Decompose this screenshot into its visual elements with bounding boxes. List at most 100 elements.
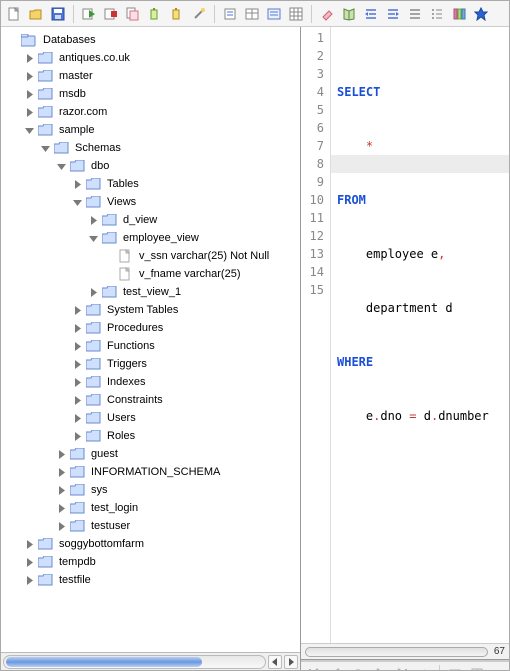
expand-icon[interactable] — [23, 106, 35, 118]
dbo-indexes[interactable]: Indexes — [71, 373, 300, 391]
db-tempdb[interactable]: tempdb — [23, 553, 300, 571]
expand-icon[interactable] — [71, 430, 83, 442]
next-icon[interactable] — [371, 665, 389, 671]
scroll-left-icon[interactable] — [268, 655, 282, 669]
view-d-view[interactable]: d_view — [87, 211, 300, 229]
columns-icon[interactable] — [450, 5, 468, 23]
code-area[interactable]: 123456789101112131415 SELECT * FROM empl… — [301, 27, 509, 643]
scrollbar-track[interactable] — [3, 655, 266, 669]
expand-icon[interactable] — [23, 556, 35, 568]
align-icon[interactable] — [406, 5, 424, 23]
goto-icon[interactable] — [415, 665, 433, 671]
copy-result-icon[interactable] — [124, 5, 142, 23]
schema-guest[interactable]: guest — [55, 445, 300, 463]
db-master[interactable]: master — [23, 67, 300, 85]
indent-right-icon[interactable] — [384, 5, 402, 23]
expand-icon[interactable] — [55, 502, 67, 514]
expand-icon[interactable] — [23, 574, 35, 586]
db-msdb[interactable]: msdb — [23, 85, 300, 103]
expand-icon[interactable] — [87, 214, 99, 226]
expand-icon[interactable] — [71, 412, 83, 424]
tree-root-databases[interactable]: Databases — [7, 31, 300, 49]
tree-label: Databases — [41, 33, 98, 47]
db-antiques[interactable]: antiques.co.uk — [23, 49, 300, 67]
schema-testuser[interactable]: testuser — [55, 517, 300, 535]
collapse-icon[interactable] — [87, 232, 99, 244]
expand-icon[interactable] — [71, 178, 83, 190]
expand-icon[interactable] — [71, 322, 83, 334]
scrollbar-thumb[interactable] — [6, 657, 202, 667]
star-icon[interactable] — [472, 5, 490, 23]
folder-icon — [37, 69, 53, 83]
form-icon[interactable] — [265, 5, 283, 23]
view-employee-view[interactable]: employee_view — [87, 229, 300, 247]
stop-icon[interactable] — [102, 5, 120, 23]
expand-icon[interactable] — [71, 340, 83, 352]
expand-icon[interactable] — [55, 466, 67, 478]
battery2-icon[interactable] — [168, 5, 186, 23]
code-source[interactable]: SELECT * FROM employee e, department d W… — [331, 27, 509, 643]
expand-icon[interactable] — [23, 538, 35, 550]
col-v-ssn[interactable]: v_ssn varchar(25) Not Null — [103, 247, 300, 265]
dbo-tables[interactable]: Tables — [71, 175, 300, 193]
collapse-icon[interactable] — [55, 160, 67, 172]
expand-icon[interactable] — [23, 88, 35, 100]
schema-test-login[interactable]: test_login — [55, 499, 300, 517]
expand-icon[interactable] — [23, 70, 35, 82]
dbo-users[interactable]: Users — [71, 409, 300, 427]
editor-hscroll[interactable]: 67 — [301, 643, 509, 659]
indent-left-icon[interactable] — [362, 5, 380, 23]
dbo-triggers[interactable]: Triggers — [71, 355, 300, 373]
expand-icon[interactable] — [71, 394, 83, 406]
expand-icon[interactable] — [55, 448, 67, 460]
refresh-icon[interactable] — [349, 665, 367, 671]
collapse-icon[interactable] — [23, 124, 35, 136]
new-file-icon[interactable] — [5, 5, 23, 23]
save-icon[interactable] — [49, 5, 67, 23]
dbo-functions[interactable]: Functions — [71, 337, 300, 355]
db-tree[interactable]: Databases antiques.co.uk master msdb raz… — [1, 27, 300, 652]
schema-sys[interactable]: sys — [55, 481, 300, 499]
export-icon[interactable] — [446, 665, 464, 671]
grid2-icon[interactable] — [468, 665, 486, 671]
open-icon[interactable] — [27, 5, 45, 23]
schema-dbo[interactable]: dbo — [55, 157, 300, 175]
expand-icon[interactable] — [71, 358, 83, 370]
battery-icon[interactable] — [146, 5, 164, 23]
wand-icon[interactable] — [190, 5, 208, 23]
expand-icon[interactable] — [71, 304, 83, 316]
dbo-procedures[interactable]: Procedures — [71, 319, 300, 337]
schemas-node[interactable]: Schemas — [39, 139, 300, 157]
scroll-right-icon[interactable] — [284, 655, 298, 669]
collapse-icon[interactable] — [71, 196, 83, 208]
tree-hscroll[interactable] — [1, 652, 300, 670]
schema-information-schema[interactable]: INFORMATION_SCHEMA — [55, 463, 300, 481]
first-icon[interactable] — [305, 665, 323, 671]
expand-icon[interactable] — [87, 286, 99, 298]
expand-icon[interactable] — [71, 376, 83, 388]
dbo-roles[interactable]: Roles — [71, 427, 300, 445]
db-soggybottomfarm[interactable]: soggybottomfarm — [23, 535, 300, 553]
prev-icon[interactable] — [327, 665, 345, 671]
run-sql-icon[interactable] — [80, 5, 98, 23]
dbo-constraints[interactable]: Constraints — [71, 391, 300, 409]
grid-icon[interactable] — [287, 5, 305, 23]
db-sample[interactable]: sample — [23, 121, 300, 139]
expand-icon[interactable] — [23, 52, 35, 64]
query-icon[interactable] — [221, 5, 239, 23]
scrollbar-track[interactable] — [305, 647, 488, 657]
db-testfile[interactable]: testfile — [23, 571, 300, 589]
dbo-views[interactable]: Views — [71, 193, 300, 211]
eraser-icon[interactable] — [318, 5, 336, 23]
dbo-system-tables[interactable]: System Tables — [71, 301, 300, 319]
last-icon[interactable] — [393, 665, 411, 671]
book-icon[interactable] — [340, 5, 358, 23]
db-razor[interactable]: razor.com — [23, 103, 300, 121]
expand-icon[interactable] — [55, 520, 67, 532]
list-icon[interactable] — [428, 5, 446, 23]
expand-icon[interactable] — [55, 484, 67, 496]
collapse-icon[interactable] — [39, 142, 51, 154]
view-test-view-1[interactable]: test_view_1 — [87, 283, 300, 301]
col-v-fname[interactable]: v_fname varchar(25) — [103, 265, 300, 283]
table-icon[interactable] — [243, 5, 261, 23]
